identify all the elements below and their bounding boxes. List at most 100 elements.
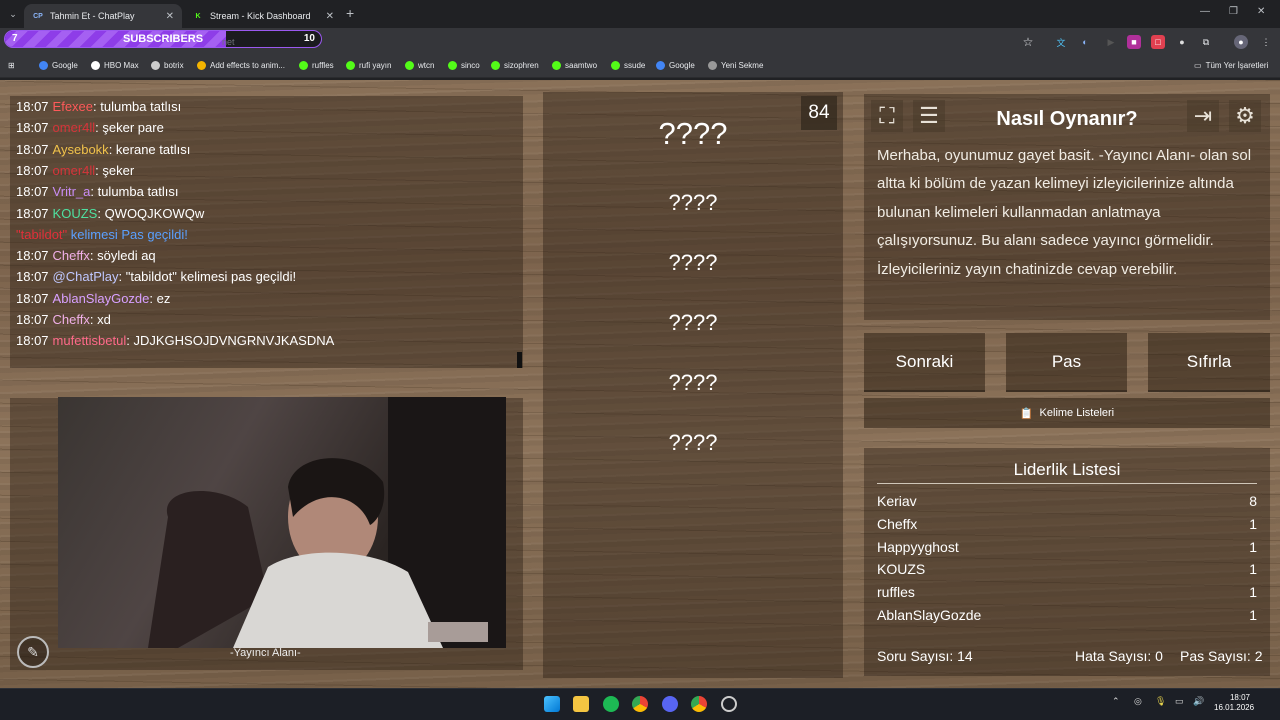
chat-username[interactable]: Cheffx: [53, 248, 90, 263]
chat-timestamp: 18:07: [16, 269, 49, 285]
windows-start-icon[interactable]: [544, 696, 560, 712]
chat-username[interactable]: Cheffx: [53, 312, 90, 327]
chat-username[interactable]: mufettisbetul: [53, 333, 127, 348]
chat-username[interactable]: @ChatPlay: [53, 269, 119, 284]
clipboard-icon: 📋: [1019, 407, 1034, 420]
chat-text: : xd: [89, 312, 111, 327]
bookmark-star-icon[interactable]: ☆: [1021, 35, 1035, 49]
bookmark-add-effects[interactable]: Add effects to anim...: [197, 61, 285, 70]
chrome-icon[interactable]: [632, 696, 648, 712]
volume-icon[interactable]: 🔊: [1193, 696, 1209, 712]
tray-chevron-icon[interactable]: ⌃: [1112, 696, 1128, 712]
target-word: ????: [658, 116, 728, 151]
bookmark-saamtwo[interactable]: saamtwo: [552, 61, 597, 70]
reset-button[interactable]: Sıfırla: [1148, 333, 1270, 392]
all-bookmarks[interactable]: ▭ Tüm Yer İşaretleri: [1194, 61, 1268, 70]
bookmark-wtcn[interactable]: wtcn: [405, 61, 434, 70]
file-explorer-icon[interactable]: [573, 696, 589, 712]
streamer-figure: [148, 397, 506, 648]
chat-username[interactable]: omer4ll: [53, 120, 96, 135]
bookmark-google[interactable]: Google: [39, 61, 78, 70]
maximize-icon[interactable]: ❐: [1229, 6, 1238, 17]
bookmark-sinco[interactable]: sinco: [448, 61, 480, 70]
bookmark-sizophren[interactable]: sizophren: [491, 61, 539, 70]
clock[interactable]: 18:07 16.01.2026: [1214, 693, 1255, 713]
app-icon[interactable]: [721, 696, 737, 712]
minimize-icon[interactable]: —: [1200, 6, 1210, 17]
tab-kick-dashboard[interactable]: K Stream - Kick Dashboard ✕: [184, 4, 342, 28]
pass-button[interactable]: Pas: [1006, 333, 1127, 392]
translate-extension-icon[interactable]: 文: [1054, 35, 1068, 49]
bookmark-ruffles[interactable]: ruffles: [299, 61, 334, 70]
bookmark-botrix[interactable]: botrix: [151, 61, 184, 70]
bookmark-rufi-yayin[interactable]: rufi yayın: [346, 61, 391, 70]
chat-username[interactable]: Aysebokk: [53, 142, 109, 157]
extension-icon[interactable]: □: [1151, 35, 1165, 49]
chat-username[interactable]: Vritr_a: [53, 184, 91, 199]
chat-text: : ez: [149, 290, 171, 306]
chatplay-favicon-icon: CP: [33, 12, 43, 20]
new-tab-icon[interactable]: +: [346, 5, 354, 21]
spotify-icon[interactable]: [603, 696, 619, 712]
chrome-menu-icon[interactable]: ⋮: [1259, 35, 1273, 49]
extension-icon[interactable]: ●: [1175, 35, 1189, 49]
tray-app-icon[interactable]: ◎: [1134, 696, 1150, 712]
chat-message: 18:07 omer4ll: şeker: [16, 163, 134, 178]
close-icon[interactable]: ✕: [166, 11, 174, 22]
chat-text: : JDJKGHSOJDVNGRNVJKASDNA: [126, 333, 335, 349]
player-name: KOUZS: [877, 561, 926, 578]
bookmark-yeni-sekme[interactable]: Yeni Sekme: [708, 61, 763, 70]
clock-date: 16.01.2026: [1214, 703, 1255, 712]
countdown-timer: 84: [801, 96, 837, 130]
close-icon[interactable]: ✕: [326, 11, 334, 22]
profile-avatar-icon[interactable]: ●: [1234, 35, 1248, 49]
chat-message: 18:07 Cheffx: xd: [16, 312, 111, 327]
divider: [877, 483, 1257, 484]
chat-scrollbar[interactable]: [517, 352, 522, 368]
chat-timestamp: 18:07: [16, 333, 49, 349]
bookmark-google-2[interactable]: Google: [656, 61, 695, 70]
player-score: 1: [1249, 561, 1257, 578]
url-text[interactable]: net: [222, 37, 235, 47]
bookmark-ssude[interactable]: ssude: [611, 61, 645, 70]
tab-search-icon[interactable]: ⌄: [6, 7, 20, 21]
skipped-word: "tabildot": [16, 226, 68, 242]
extension-icon[interactable]: ■: [1127, 35, 1141, 49]
chat-username[interactable]: KOUZS: [53, 206, 98, 221]
logout-icon[interactable]: ⇥: [1187, 100, 1219, 132]
chat-timestamp: 18:07: [16, 312, 49, 327]
leaderboard-row: Keriav 8: [877, 493, 1257, 509]
next-button[interactable]: Sonraki: [864, 333, 985, 392]
pencil-icon[interactable]: ✎: [17, 636, 49, 668]
gear-icon[interactable]: ⚙: [1229, 100, 1261, 132]
discord-icon[interactable]: [662, 696, 678, 712]
player-name: Keriav: [877, 493, 917, 509]
tab-chatplay[interactable]: CP Tahmin Et - ChatPlay ✕: [24, 4, 182, 28]
microphone-icon[interactable]: 🎙: [1155, 696, 1171, 712]
extensions-puzzle-icon[interactable]: ⧉: [1199, 35, 1213, 49]
chrome-active-icon[interactable]: [691, 696, 707, 712]
extension-icon[interactable]: ▶: [1104, 35, 1118, 49]
chat-text: kelimesi Pas geçildi!: [67, 226, 188, 242]
chat-message: 18:07 Cheffx: söyledi aq: [16, 248, 156, 263]
word-lists-button[interactable]: 📋 Kelime Listeleri: [864, 398, 1270, 428]
chat-username[interactable]: AblanSlayGozde: [53, 291, 150, 306]
chat-text: : şeker pare: [95, 120, 164, 136]
window-close-icon[interactable]: ✕: [1257, 6, 1265, 17]
chat-message: 18:07 Efexee: tulumba tatlısı: [16, 99, 181, 114]
extension-icon[interactable]: ◐: [1078, 35, 1092, 49]
chat-username[interactable]: omer4ll: [53, 163, 96, 178]
chat-text: : tulumba tatlısı: [90, 184, 179, 200]
player-name: Happyyghost: [877, 538, 959, 555]
chat-system-message: "tabildot" kelimesi Pas geçildi!: [16, 227, 188, 242]
leaderboard-row: Happyyghost 1: [877, 539, 1257, 555]
network-icon[interactable]: ▭: [1175, 696, 1191, 712]
player-score: 1: [1249, 607, 1257, 623]
apps-grid-icon[interactable]: ⊞: [8, 61, 15, 70]
bookmark-hbo[interactable]: HBO Max: [91, 61, 139, 70]
chat-text: : QWOQJKOWQw: [97, 205, 205, 221]
pass-count: Pas Sayısı: 2: [1180, 648, 1263, 664]
chat-timestamp: 18:07: [16, 205, 49, 221]
chat-username[interactable]: Efexee: [53, 99, 93, 114]
leaderboard-row: AblanSlayGozde 1: [877, 607, 1257, 623]
